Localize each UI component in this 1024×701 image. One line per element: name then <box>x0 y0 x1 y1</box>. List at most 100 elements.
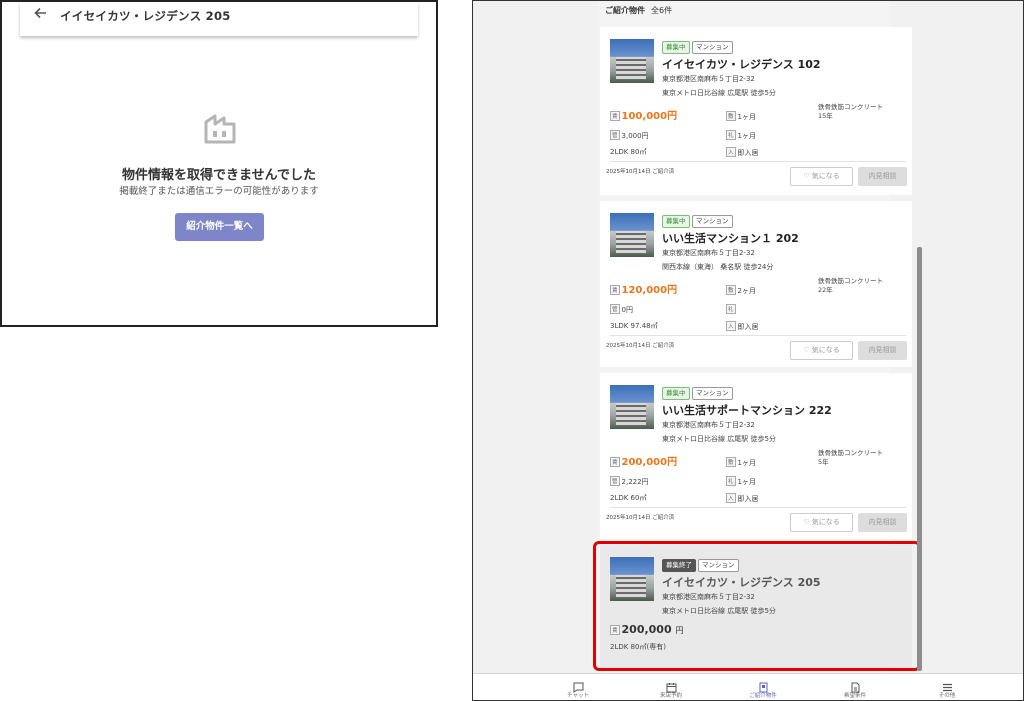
key-amount: 1ヶ月 <box>737 478 756 486</box>
property-icon <box>758 678 769 693</box>
property-address: 東京都港区南麻布５丁目2-32 <box>662 75 755 83</box>
heart-icon: ♡ <box>803 172 810 180</box>
error-title: 物件情報を取得できませんでした <box>122 168 316 183</box>
key-money-value: 礼 1ヶ月 <box>726 476 756 487</box>
property-title: イイセイカツ・レジデンス 102 <box>662 58 821 71</box>
structure-text: 鉄骨鉄筋コンクリート <box>818 103 883 111</box>
rent-amount: 120,000円 <box>621 285 678 296</box>
highlight-outline <box>593 541 921 671</box>
rent-amount: 200,000円 <box>621 457 678 468</box>
fee-tag: 管 <box>610 476 620 486</box>
move-in-value: 入即入居 <box>726 321 759 332</box>
move-text: 即入居 <box>737 323 759 331</box>
tab-chat[interactable]: チャット <box>543 674 613 700</box>
property-address: 東京都港区南麻布５丁目2-32 <box>662 249 755 257</box>
deposit-tag: 敷 <box>726 285 736 295</box>
favorite-button[interactable]: ♡ 気になる <box>790 341 853 360</box>
deposit-tag: 敷 <box>726 457 736 467</box>
fee-amount: 3,000円 <box>621 132 649 140</box>
tab-label: チャット <box>567 693 589 699</box>
fee-value: 管 3,000円 <box>610 130 649 141</box>
move-in-value: 入即入居 <box>726 493 759 504</box>
property-card[interactable]: 募集中 マンション イイセイカツ・レジデンス 102 東京都港区南麻布５丁目2-… <box>600 27 912 195</box>
move-tag: 入 <box>726 493 736 503</box>
chat-icon <box>573 678 584 693</box>
property-thumbnail <box>610 385 654 429</box>
back-arrow-icon[interactable] <box>34 5 48 24</box>
property-address: 東京都港区南麻布５丁目2-32 <box>662 421 755 429</box>
structure-text: 鉄骨鉄筋コンクリート <box>818 277 883 285</box>
calendar-icon <box>666 678 677 693</box>
property-station: 東京メトロ日比谷線 広尾駅 徒歩5分 <box>662 89 776 97</box>
rent-value: 賃 120,000円 <box>610 281 677 296</box>
move-tag: 入 <box>726 321 736 331</box>
card-divider <box>610 335 906 336</box>
favorite-label: 気になる <box>811 518 840 526</box>
detail-header: イイセイカツ・レジデンス 205 <box>20 2 418 36</box>
scrollbar[interactable] <box>917 247 922 671</box>
property-thumbnail <box>610 39 654 83</box>
introduced-date: 2025年10月14日 ご紹介済 <box>606 343 675 349</box>
deposit-value: 敷 1ヶ月 <box>726 111 756 122</box>
rent-value: 賃 100,000円 <box>610 107 677 122</box>
status-badge: 募集中 <box>662 41 690 54</box>
viewing-request-button[interactable]: 内見相談 <box>858 167 907 186</box>
rent-tag: 賃 <box>610 111 620 121</box>
favorite-button[interactable]: ♡ 気になる <box>790 513 853 532</box>
rent-tag: 賃 <box>610 457 620 467</box>
move-text: 即入居 <box>737 149 759 157</box>
card-divider <box>610 507 906 508</box>
menu-icon <box>942 678 953 692</box>
structure-info: 鉄骨鉄筋コンクリート 22年 <box>818 277 883 295</box>
list-count: 全6件 <box>651 6 673 15</box>
type-badge: マンション <box>692 215 733 228</box>
type-badge: マンション <box>692 387 733 400</box>
fee-amount: 0円 <box>621 306 633 314</box>
deposit-tag: 敷 <box>726 111 736 121</box>
layout-value: 3LDK 97.48㎡ <box>610 322 658 330</box>
deposit-value: 敷 2ヶ月 <box>726 285 756 296</box>
property-station: 東京メトロ日比谷線 広尾駅 徒歩5分 <box>662 435 776 443</box>
document-icon <box>850 678 861 693</box>
detail-title: イイセイカツ・レジデンス 205 <box>60 9 231 23</box>
key-money-value: 礼 1ヶ月 <box>726 130 756 141</box>
deposit-amount: 2ヶ月 <box>737 287 756 295</box>
property-list-screen: ご紹介物件 全6件 募集中 マンション イイセイカツ・レジデンス 102 東京都港… <box>472 0 1024 701</box>
back-to-list-button[interactable]: 紹介物件一覧へ <box>175 213 264 241</box>
introduced-date: 2025年10月14日 ご紹介済 <box>606 515 675 521</box>
layout-value: 2LDK 80㎡ <box>610 148 647 156</box>
fee-amount: 2,222円 <box>621 478 649 486</box>
favorite-button[interactable]: ♡ 気になる <box>790 167 853 186</box>
key-tag: 礼 <box>726 304 736 314</box>
age-text: 15年 <box>818 112 833 120</box>
property-card[interactable]: 募集中 マンション いい生活サポートマンション 222 東京都港区南麻布５丁目2… <box>600 373 912 539</box>
age-text: 22年 <box>818 286 833 294</box>
favorite-label: 気になる <box>811 172 840 180</box>
viewing-request-button[interactable]: 内見相談 <box>858 513 907 532</box>
property-title: いい生活マンション１ 202 <box>662 232 799 245</box>
introduced-date: 2025年10月14日 ご紹介済 <box>606 169 675 175</box>
status-badge: 募集中 <box>662 387 690 400</box>
move-text: 即入居 <box>737 495 759 503</box>
viewing-request-button[interactable]: 内見相談 <box>858 341 907 360</box>
tab-reservation[interactable]: 来店予約 <box>636 674 706 700</box>
rent-value: 賃 200,000円 <box>610 453 677 468</box>
property-station: 関西本線（東海） 桑名駅 徒歩24分 <box>662 263 774 271</box>
tab-properties[interactable]: ご紹介物件 <box>728 674 798 700</box>
fee-tag: 管 <box>610 304 620 314</box>
tab-label: 希望条件 <box>843 693 866 699</box>
list-heading-label: ご紹介物件 <box>605 6 645 15</box>
list-heading: ご紹介物件 全6件 <box>605 5 672 16</box>
key-tag: 礼 <box>726 476 736 486</box>
type-badge: マンション <box>692 41 733 54</box>
layout-value: 2LDK 60㎡ <box>610 494 647 502</box>
rent-tag: 賃 <box>610 285 620 295</box>
property-card[interactable]: 募集中 マンション いい生活マンション１ 202 東京都港区南麻布５丁目2-32… <box>600 201 912 367</box>
structure-info: 鉄骨鉄筋コンクリート 5年 <box>818 449 883 467</box>
fee-tag: 管 <box>610 130 620 140</box>
tab-conditions[interactable]: 希望条件 <box>820 674 890 700</box>
error-subtitle: 掲載終了または通信エラーの可能性があります <box>119 186 319 197</box>
tab-label: 来店予約 <box>659 693 682 699</box>
tab-other[interactable]: その他 <box>912 674 982 700</box>
move-tag: 入 <box>726 147 736 157</box>
